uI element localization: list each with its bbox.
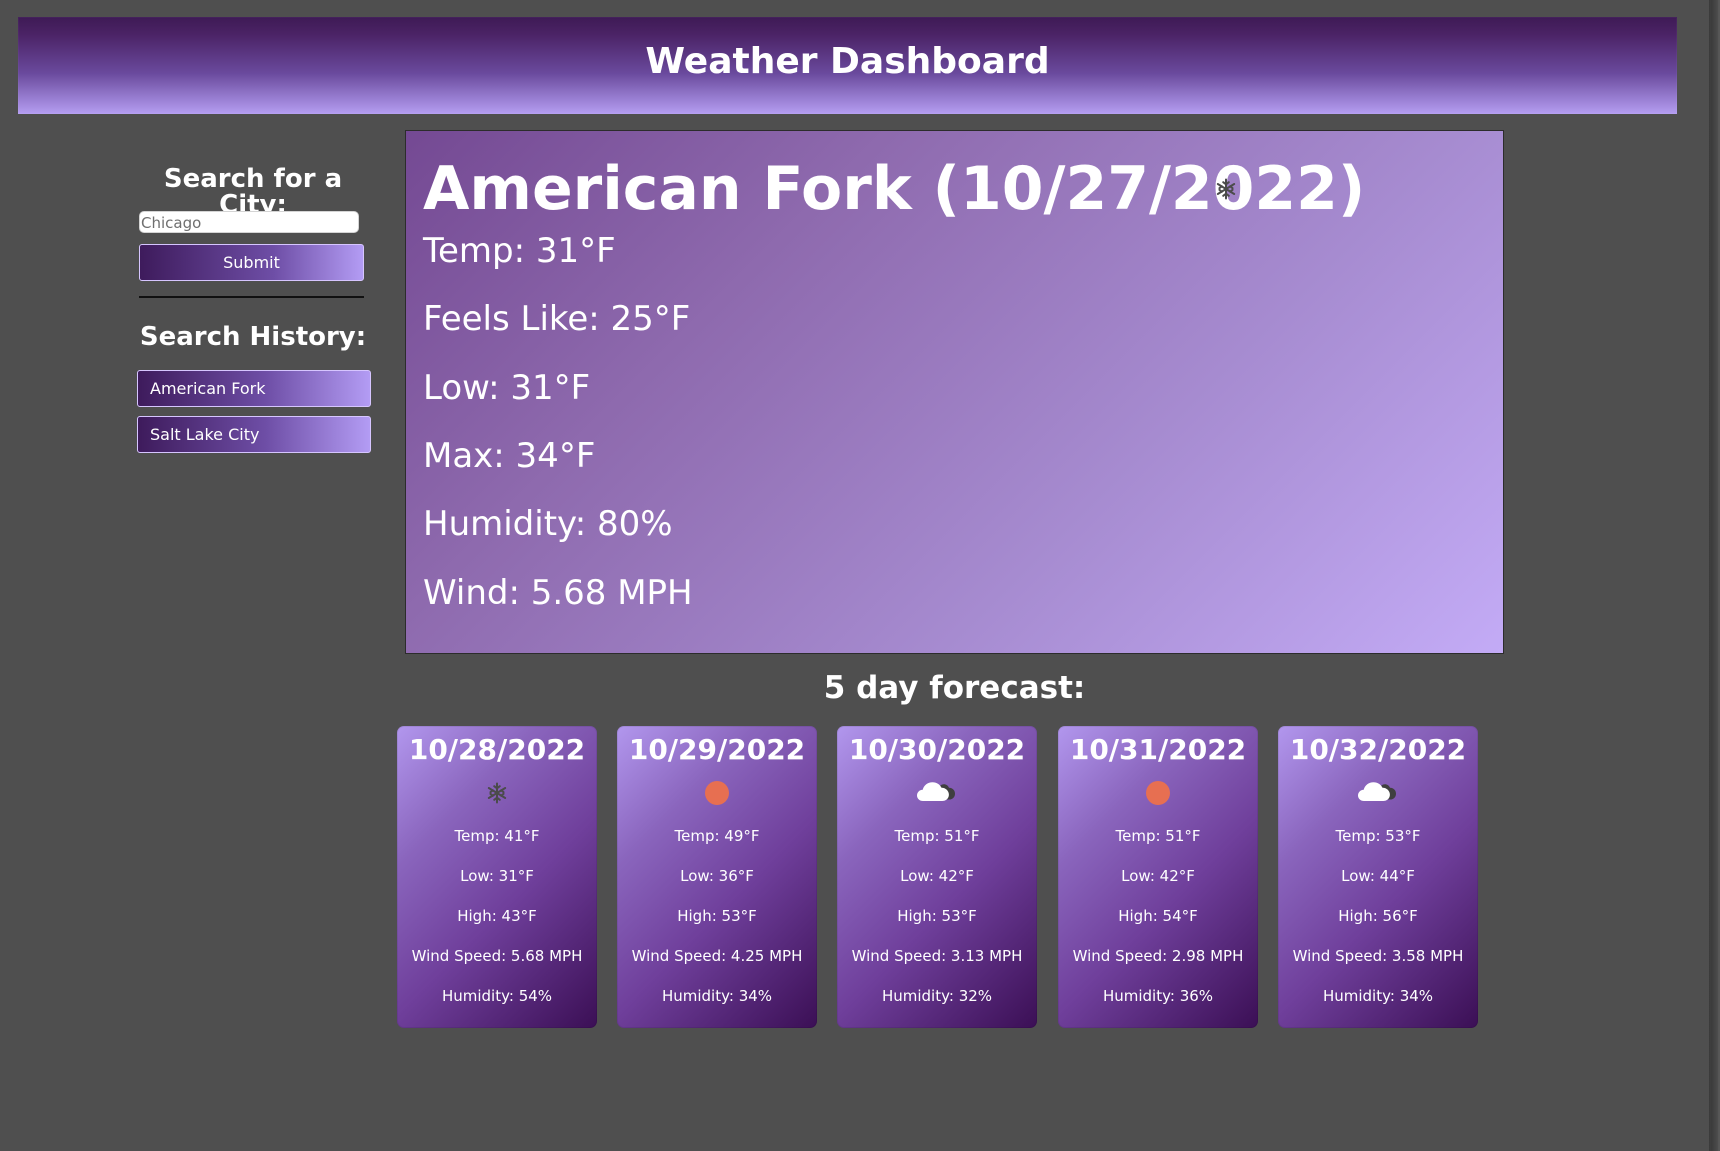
search-history-title: Search History: xyxy=(139,322,367,352)
forecast-high: High: 53°F xyxy=(897,907,977,925)
forecast-temp: Temp: 53°F xyxy=(1335,827,1421,845)
forecast-date: 10/28/2022 xyxy=(408,733,586,766)
forecast-humidity: Humidity: 36% xyxy=(1102,987,1214,1005)
forecast-date: 10/30/2022 xyxy=(848,733,1026,766)
forecast-date: 10/32/2022 xyxy=(1289,733,1467,766)
forecast-low: Low: 44°F xyxy=(1341,867,1415,885)
forecast-wind: Wind Speed: 3.13 MPH xyxy=(851,947,1023,965)
sun-icon xyxy=(695,776,739,810)
forecast-low: Low: 36°F xyxy=(680,867,754,885)
forecast-high: High: 43°F xyxy=(457,907,537,925)
forecast-wind: Wind Speed: 3.58 MPH xyxy=(1292,947,1464,965)
forecast-low: Low: 42°F xyxy=(1121,867,1195,885)
current-temp: Temp: 31°F xyxy=(423,231,616,271)
forecast-high: High: 53°F xyxy=(677,907,757,925)
snowflake-icon xyxy=(475,776,519,810)
cloud-icon xyxy=(1356,776,1400,810)
forecast-date: 10/29/2022 xyxy=(628,733,806,766)
current-max: Max: 34°F xyxy=(423,436,596,476)
forecast-wind: Wind Speed: 4.25 MPH xyxy=(631,947,803,965)
forecast-high: High: 54°F xyxy=(1118,907,1198,925)
sidebar-divider xyxy=(139,296,364,298)
forecast-title: 5 day forecast: xyxy=(823,670,1086,706)
forecast-high: High: 56°F xyxy=(1338,907,1418,925)
forecast-humidity: Humidity: 34% xyxy=(1322,987,1434,1005)
current-wind: Wind: 5.68 MPH xyxy=(423,573,693,613)
history-item-salt-lake-city[interactable]: Salt Lake City xyxy=(137,416,371,453)
city-search-input[interactable]: Chicago xyxy=(139,211,359,233)
forecast-card: 10/30/2022 Temp: 51°F Low: 42°F High: 53… xyxy=(837,726,1037,1028)
snowflake-icon xyxy=(1215,178,1237,200)
forecast-temp: Temp: 51°F xyxy=(1115,827,1201,845)
history-item-american-fork[interactable]: American Fork xyxy=(137,370,371,407)
forecast-card: 10/31/2022 Temp: 51°F Low: 42°F High: 54… xyxy=(1058,726,1258,1028)
cloud-icon xyxy=(915,776,959,810)
forecast-card: 10/32/2022 Temp: 53°F Low: 44°F High: 56… xyxy=(1278,726,1478,1028)
forecast-low: Low: 31°F xyxy=(460,867,534,885)
current-weather-header: American Fork (10/27/2022) xyxy=(423,159,1365,223)
vertical-scrollbar[interactable] xyxy=(1709,0,1720,1151)
forecast-humidity: Humidity: 54% xyxy=(441,987,553,1005)
sun-icon xyxy=(1136,776,1180,810)
current-low: Low: 31°F xyxy=(423,368,591,408)
forecast-card: 10/28/2022 Temp: 41°F Low: 31°F High: 43… xyxy=(397,726,597,1028)
forecast-humidity: Humidity: 32% xyxy=(881,987,993,1005)
forecast-temp: Temp: 49°F xyxy=(674,827,760,845)
forecast-wind: Wind Speed: 5.68 MPH xyxy=(411,947,583,965)
forecast-low: Low: 42°F xyxy=(900,867,974,885)
current-weather-card: American Fork (10/27/2022) Temp: 31°F Fe… xyxy=(405,130,1504,654)
forecast-grid: 10/28/2022 Temp: 41°F Low: 31°F High: 43… xyxy=(397,726,1481,1028)
forecast-date: 10/31/2022 xyxy=(1069,733,1247,766)
forecast-wind: Wind Speed: 2.98 MPH xyxy=(1072,947,1244,965)
current-feels-like: Feels Like: 25°F xyxy=(423,299,691,339)
forecast-humidity: Humidity: 34% xyxy=(661,987,773,1005)
app-header: Weather Dashboard xyxy=(18,17,1677,114)
scrollbar-thumb[interactable] xyxy=(1711,0,1718,1151)
forecast-temp: Temp: 41°F xyxy=(454,827,540,845)
current-humidity: Humidity: 80% xyxy=(423,504,673,544)
forecast-temp: Temp: 51°F xyxy=(894,827,980,845)
page-title: Weather Dashboard xyxy=(645,41,1050,82)
weather-dashboard-page: Weather Dashboard Search for a City: Chi… xyxy=(0,0,1720,1151)
submit-button[interactable]: Submit xyxy=(139,244,364,281)
forecast-card: 10/29/2022 Temp: 49°F Low: 36°F High: 53… xyxy=(617,726,817,1028)
